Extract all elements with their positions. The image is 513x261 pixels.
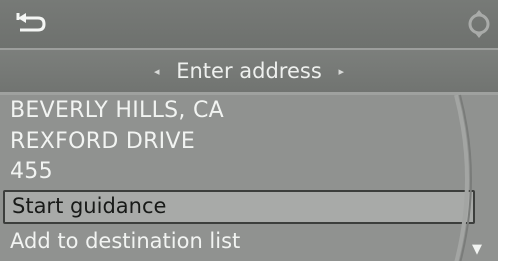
scroll-indicator [454,94,472,261]
start-guidance-label: Start guidance [12,194,167,218]
address-number[interactable]: 455 [10,159,53,184]
header-right-arrow-icon: ▸ [338,65,344,78]
rotate-controller-icon [464,9,494,39]
top-bar [0,0,498,50]
back-arrow-icon [16,13,46,32]
scroll-down-arrow-icon[interactable]: ▼ [472,242,482,257]
address-list: BEVERLY HILLS, CA REXFORD DRIVE 455 Star… [0,94,498,261]
start-guidance-button[interactable]: Start guidance [3,190,475,224]
page-header[interactable]: ◂ Enter address ▸ [0,50,498,95]
address-city[interactable]: BEVERLY HILLS, CA [10,98,224,123]
back-button[interactable] [14,10,48,36]
page-title: Enter address [176,59,322,83]
add-to-destination-list-button[interactable]: Add to destination list [10,229,240,253]
header-left-arrow-icon: ◂ [154,65,160,78]
navigation-screen: ◂ Enter address ▸ BEVERLY HILLS, CA REXF… [0,0,498,261]
address-street[interactable]: REXFORD DRIVE [10,129,195,154]
